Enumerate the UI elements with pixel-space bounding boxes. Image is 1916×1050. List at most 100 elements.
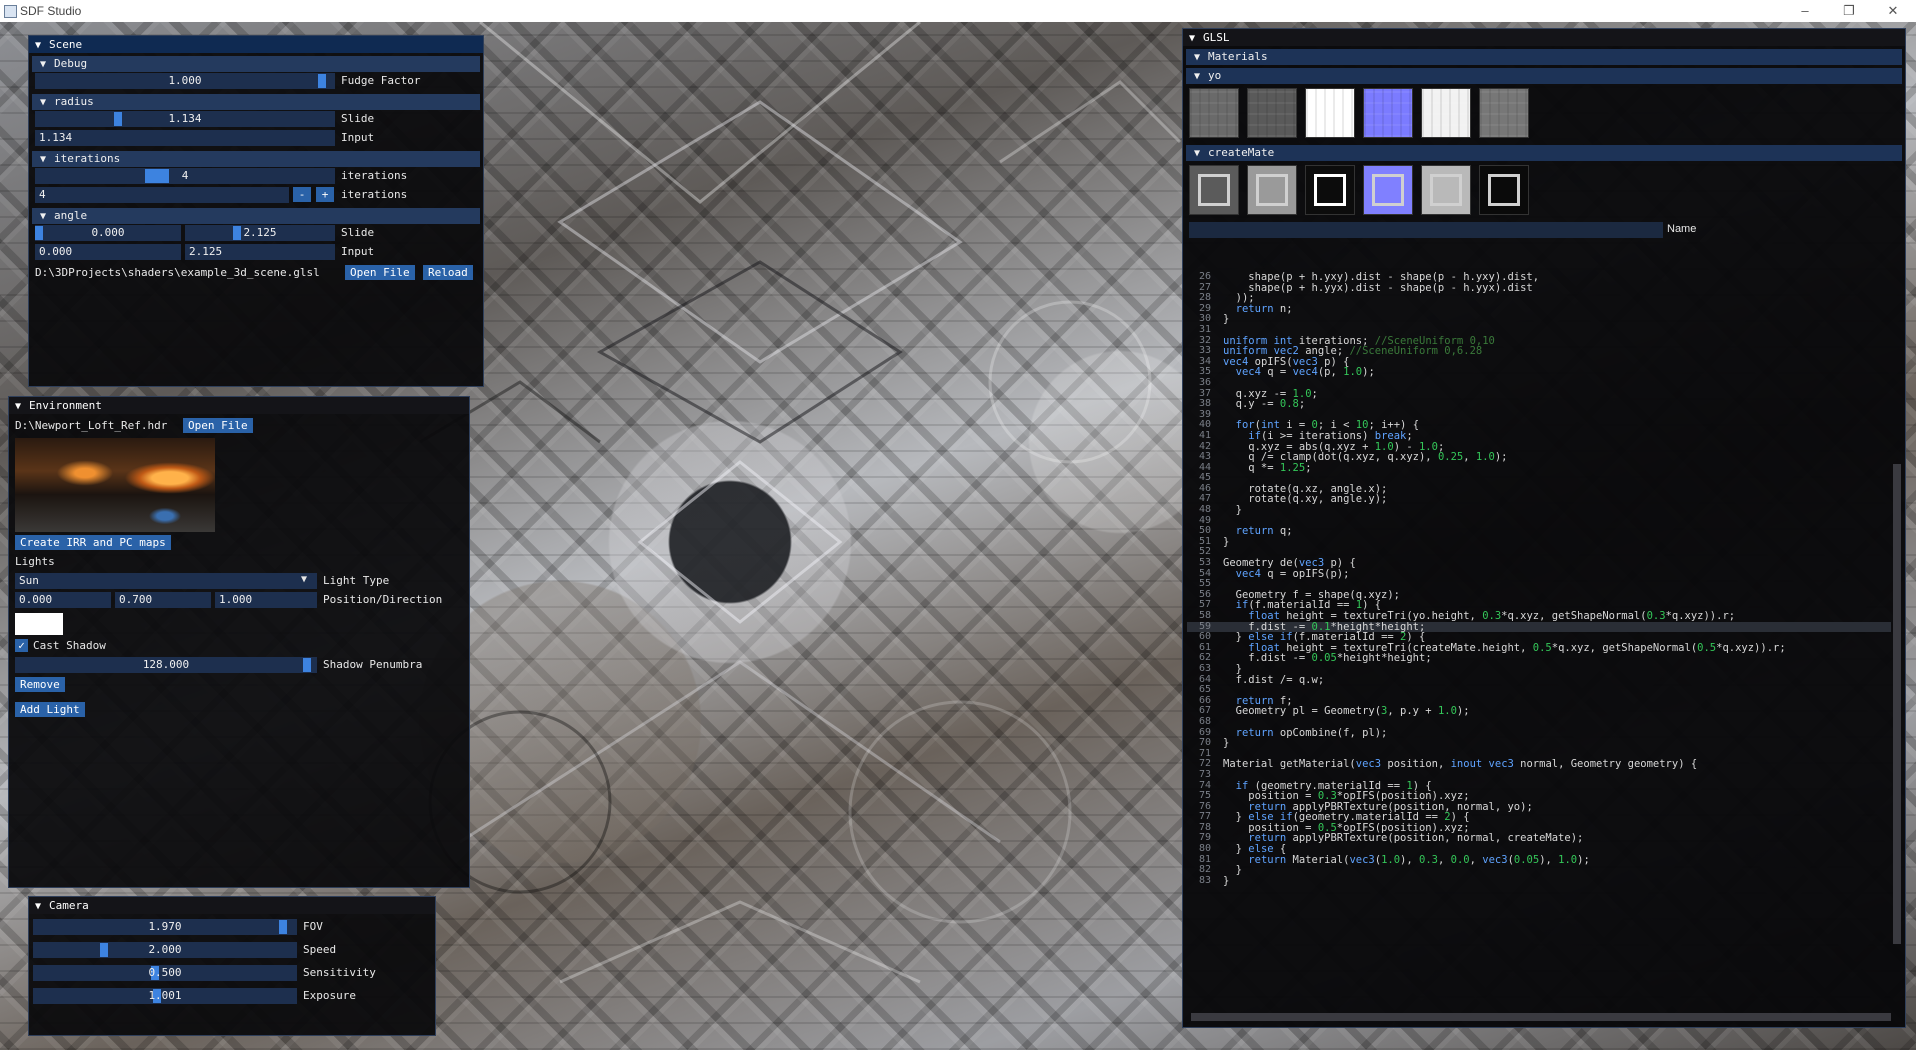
metallic-texture-thumbnail[interactable] [1305, 88, 1355, 138]
light-type-select[interactable]: Sun [15, 573, 317, 589]
angle-y-input[interactable]: 2.125 [185, 244, 335, 260]
ao-texture-thumbnail[interactable] [1421, 88, 1471, 138]
albedo-texture-thumbnail[interactable] [1189, 165, 1239, 215]
fudge-factor-slider[interactable]: 1.000 [35, 73, 335, 89]
code-line[interactable]: 54 vec4 q = opIFS(p); [1187, 568, 1891, 580]
section-debug[interactable]: ▼ Debug [32, 56, 480, 72]
scene-panel-header[interactable]: ▼ Scene [29, 36, 483, 53]
height-texture-thumbnail[interactable] [1479, 88, 1529, 138]
radius-input[interactable]: 1.134 [35, 130, 335, 146]
normal-texture-thumbnail[interactable] [1363, 165, 1413, 215]
height-texture-thumbnail[interactable] [1479, 165, 1529, 215]
code-line[interactable]: 48 } [1187, 504, 1891, 516]
normal-texture-thumbnail[interactable] [1363, 88, 1413, 138]
iterations-increment-button[interactable]: + [316, 187, 334, 202]
code-line[interactable]: 69 return opCombine(f, pl); [1187, 727, 1891, 739]
code-line[interactable]: 70} [1187, 738, 1891, 749]
position-direction-label: Position/Direction [323, 593, 443, 606]
light-color-swatch[interactable] [15, 613, 63, 635]
material-name-input[interactable] [1189, 222, 1663, 238]
glsl-panel: ▼ GLSL ▼ Materials ▼ yo ▼ createMate Name 26… [1182, 28, 1906, 1028]
angle-y-slider[interactable]: 2.125 [185, 225, 335, 241]
code-line[interactable]: 27 shape(p + h.yyx).dist - shape(p - h.y… [1187, 282, 1891, 294]
section-angle[interactable]: ▼ angle [32, 208, 480, 224]
albedo-texture-thumbnail[interactable] [1189, 88, 1239, 138]
create-irr-pc-maps-button[interactable]: Create IRR and PC maps [15, 535, 171, 550]
code-line[interactable]: 83} [1187, 875, 1891, 887]
light-pos-y-input[interactable]: 0.700 [115, 592, 211, 608]
open-shader-file-button[interactable]: Open File [345, 265, 415, 280]
collapse-arrow-icon: ▼ [35, 901, 42, 912]
remove-light-button[interactable]: Remove [15, 677, 65, 692]
fov-slider[interactable]: 1.970 [33, 919, 297, 935]
code-line[interactable]: 73 [1187, 769, 1891, 781]
roughness-texture-thumbnail[interactable] [1247, 165, 1297, 215]
light-pos-x-input[interactable]: 0.000 [15, 592, 111, 608]
code-line[interactable]: 44 q *= 1.25; [1187, 461, 1891, 474]
code-text: q *= 1.25; [1223, 461, 1312, 474]
shadow-penumbra-slider[interactable]: 128.000 [15, 657, 317, 673]
cast-shadow-checkbox[interactable]: ✓ [15, 639, 28, 652]
angle-x-slider[interactable]: 0.000 [35, 225, 181, 241]
code-line[interactable]: 26 shape(p + h.yxy).dist - shape(p - h.y… [1187, 272, 1891, 283]
section-material-createmate[interactable]: ▼ createMate [1186, 145, 1902, 161]
code-line[interactable]: 50 return q; [1187, 526, 1891, 537]
environment-panel-header[interactable]: ▼ Environment [9, 397, 469, 414]
section-radius[interactable]: ▼ radius [32, 94, 480, 110]
code-line[interactable]: 31 [1187, 324, 1891, 336]
code-line[interactable]: 81 return Material(vec3(1.0), 0.3, 0.0, … [1187, 854, 1891, 866]
code-vertical-scrollbar[interactable] [1893, 464, 1901, 944]
code-line[interactable]: 64 f.dist /= q.w; [1187, 674, 1891, 686]
section-materials[interactable]: ▼ Materials [1186, 49, 1902, 65]
code-line[interactable]: 65 [1187, 685, 1891, 696]
line-number: 68 [1198, 715, 1211, 727]
ao-texture-thumbnail[interactable] [1421, 165, 1471, 215]
code-text: Material getMaterial(vec3 position, inou… [1223, 758, 1698, 771]
code-horizontal-scrollbar[interactable] [1191, 1013, 1891, 1021]
open-hdr-button[interactable]: Open File [183, 418, 253, 433]
light-pos-z-input[interactable]: 1.000 [215, 592, 317, 608]
metallic-texture-thumbnail[interactable] [1305, 165, 1355, 215]
code-line[interactable]: 30} [1187, 314, 1891, 325]
code-line[interactable]: 79 return applyPBRTexture(position, norm… [1187, 833, 1891, 844]
roughness-texture-thumbnail[interactable] [1247, 88, 1297, 138]
code-line[interactable]: 62 f.dist -= 0.05*height*height; [1187, 653, 1891, 664]
iterations-slider[interactable]: 4 [35, 168, 335, 184]
code-line[interactable]: 67 Geometry pl = Geometry(3, p.y + 1.0); [1187, 706, 1891, 717]
code-text: float height = textureTri(yo.height, 0.3… [1248, 610, 1736, 622]
minimize-button[interactable]: – [1790, 1, 1820, 21]
code-line[interactable]: 38 q.y -= 0.8; [1187, 399, 1891, 410]
section-material-yo[interactable]: ▼ yo [1186, 68, 1902, 84]
camera-panel-header[interactable]: ▼ Camera [29, 897, 435, 914]
code-line[interactable]: 63 } [1187, 663, 1891, 675]
code-line[interactable]: 29 return n; [1187, 303, 1891, 315]
glsl-panel-header[interactable]: ▼ GLSL [1183, 29, 1905, 46]
code-line[interactable]: 41 if(i >= iterations) break; [1187, 430, 1891, 442]
code-line[interactable]: 35 vec4 q = vec4(p, 1.0); [1187, 367, 1891, 378]
iterations-input[interactable]: 4 [35, 187, 289, 203]
speed-slider[interactable]: 2.000 [33, 942, 297, 958]
maximize-button[interactable]: ❐ [1834, 1, 1864, 21]
collapse-arrow-icon: ▼ [15, 401, 22, 412]
code-line[interactable]: 82 } [1187, 865, 1891, 876]
code-line[interactable]: 72 Material getMaterial(vec3 position, in… [1187, 759, 1891, 770]
sensitivity-slider[interactable]: 0.500 [33, 965, 297, 981]
reload-shader-button[interactable]: Reload [423, 265, 473, 280]
radius-slider[interactable]: 1.134 [35, 111, 335, 127]
code-line[interactable]: 28 )); [1187, 293, 1891, 304]
code-line[interactable]: 47 rotate(q.xy, angle.y); [1187, 494, 1891, 505]
code-line[interactable]: 49 [1187, 515, 1891, 527]
angle-x-input[interactable]: 0.000 [35, 244, 181, 260]
code-text: Geometry pl = Geometry(3, p.y + 1.0); [1223, 705, 1470, 718]
iterations-decrement-button[interactable]: - [293, 187, 311, 202]
collapse-arrow-icon: ▼ [40, 59, 47, 70]
glsl-code-editor[interactable]: 26 shape(p + h.yxy).dist - shape(p - h.y… [1187, 272, 1891, 1009]
exposure-slider[interactable]: 1.001 [33, 988, 297, 1004]
close-button[interactable]: ✕ [1878, 1, 1908, 21]
section-iterations[interactable]: ▼ iterations [32, 151, 480, 167]
code-line[interactable]: 58 float height = textureTri(yo.height, … [1187, 610, 1891, 622]
add-light-button[interactable]: Add Light [15, 702, 85, 717]
code-text: rotate(q.xy, angle.y); [1223, 493, 1388, 506]
code-line[interactable]: 51} [1187, 536, 1891, 548]
code-line[interactable]: 68 [1187, 715, 1891, 728]
